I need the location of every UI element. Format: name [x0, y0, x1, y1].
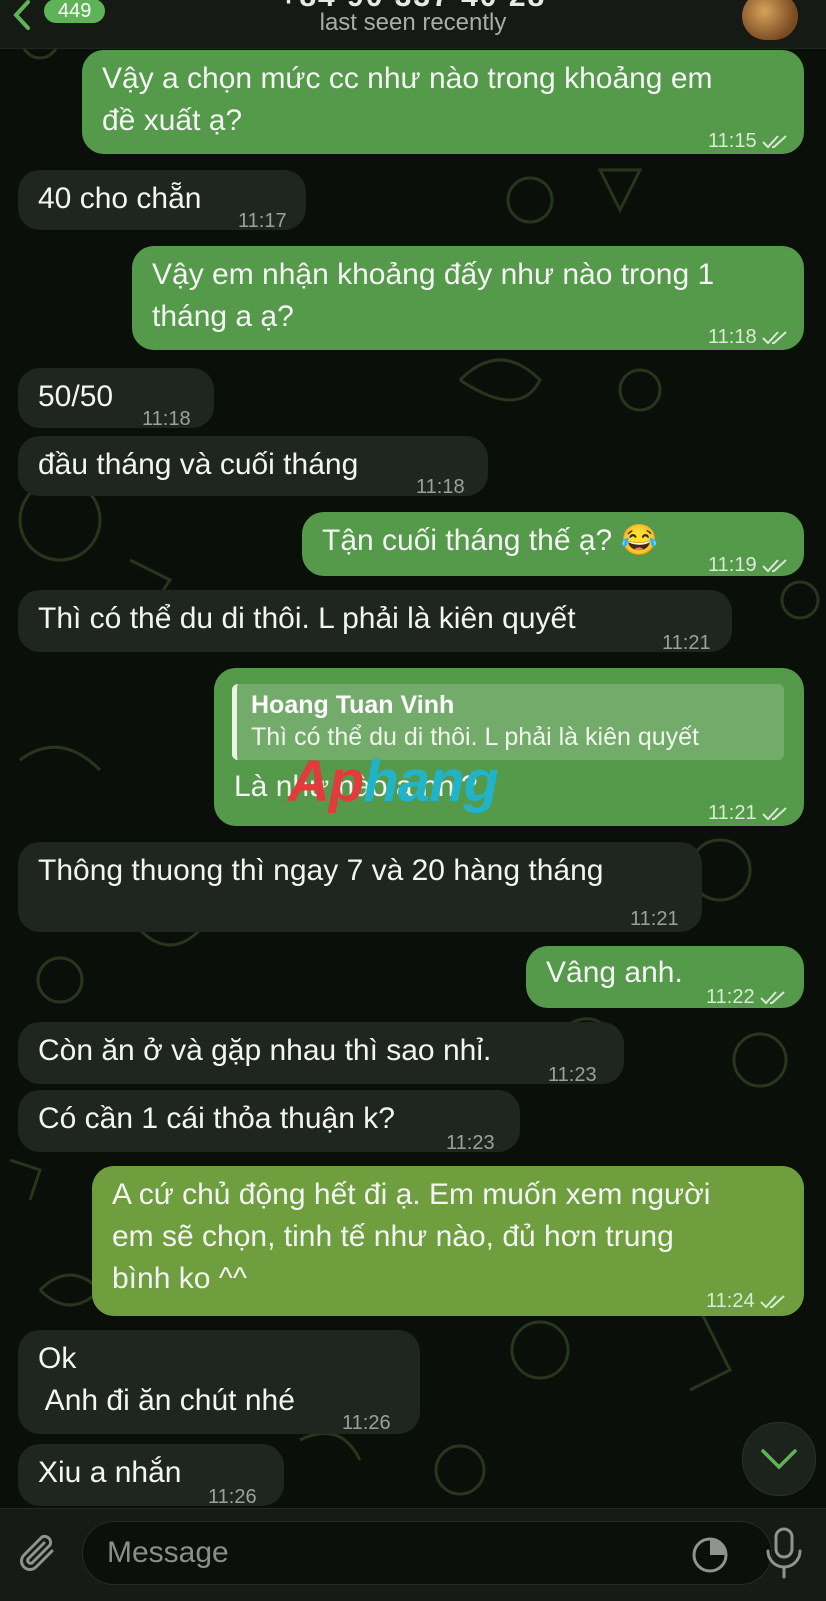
- message-bubble[interactable]: Xiu a nhắn 11:26: [18, 1444, 284, 1508]
- message-time: 11:18: [142, 408, 191, 430]
- message-time: 11:22: [706, 976, 787, 1018]
- avatar[interactable]: [742, 0, 798, 40]
- message-text: A cứ chủ động hết đi ạ. Em muốn xem ngườ…: [112, 1178, 711, 1211]
- chevron-down-icon: [761, 1449, 797, 1470]
- message-time: 11:18: [708, 316, 789, 358]
- double-check-icon: [761, 806, 787, 821]
- message-text: đầu tháng và cuối tháng: [38, 448, 359, 481]
- sticker-icon: [692, 1537, 728, 1573]
- message-time: 11:17: [238, 210, 287, 232]
- double-check-icon: [761, 558, 787, 573]
- message-bubble[interactable]: A cứ chủ động hết đi ạ. Em muốn xem ngườ…: [92, 1166, 804, 1316]
- message-time: 11:15: [708, 120, 789, 162]
- message-bubble[interactable]: Còn ăn ở và gặp nhau thì sao nhỉ. 11:23: [18, 1022, 624, 1086]
- message-time: 11:21: [708, 792, 789, 834]
- message-time: 11:23: [446, 1132, 495, 1154]
- double-check-icon: [759, 1294, 785, 1309]
- message-text: 40 cho chẵn: [38, 182, 202, 215]
- message-bubble[interactable]: Vâng anh. 11:22: [526, 946, 804, 1008]
- message-text: Vâng anh.: [546, 956, 683, 989]
- message-text: Vậy a chọn mức cc như nào trong khoảng e…: [102, 62, 713, 95]
- message-time: 11:26: [342, 1412, 391, 1434]
- message-bubble[interactable]: Có cần 1 cái thỏa thuận k? 11:23: [18, 1090, 520, 1154]
- message-bubble[interactable]: Vậy em nhận khoảng đấy như nào trong 1 t…: [132, 246, 804, 350]
- composer-bar: [0, 1508, 826, 1601]
- sticker-button[interactable]: [690, 1535, 730, 1580]
- message-text: Thì có thể du di thôi. L phải là kiên qu…: [38, 602, 576, 635]
- message-bubble[interactable]: Thì có thể du di thôi. L phải là kiên qu…: [18, 590, 732, 654]
- message-time: 11:24: [706, 1280, 787, 1322]
- message-text: tháng a ạ?: [152, 300, 294, 333]
- scroll-to-bottom-button[interactable]: [742, 1422, 816, 1496]
- message-time: 11:21: [630, 908, 679, 930]
- message-bubble[interactable]: 50/50 11:18: [18, 368, 214, 430]
- reply-author: Hoang Tuan Vinh: [251, 691, 455, 719]
- attach-button[interactable]: [18, 1531, 62, 1582]
- paperclip-icon: [20, 1534, 54, 1571]
- voice-record-button[interactable]: [762, 1525, 806, 1586]
- watermark-logo: Aphang: [288, 749, 499, 814]
- message-bubble[interactable]: Ok Anh đi ăn chút nhé 11:26: [18, 1330, 420, 1434]
- message-text: Thông thuong thì ngay 7 và 20 hàng tháng: [38, 854, 604, 887]
- status-subtitle: last seen recently: [319, 9, 507, 36]
- message-bubble[interactable]: đầu tháng và cuối tháng 11:18: [18, 436, 488, 498]
- message-text: 50/50: [38, 380, 114, 413]
- message-time: 11:19: [708, 544, 789, 586]
- message-time: 11:21: [662, 632, 711, 654]
- message-text: Tận cuối tháng thế ạ? 😂: [322, 524, 658, 557]
- double-check-icon: [761, 330, 787, 345]
- message-text: Ok: [38, 1342, 77, 1375]
- message-text: Anh đi ăn chút nhé: [38, 1384, 295, 1417]
- message-text: em sẽ chọn, tinh tế như nào, đủ hơn trun…: [112, 1220, 674, 1253]
- message-bubble[interactable]: Thông thuong thì ngay 7 và 20 hàng tháng…: [18, 842, 702, 932]
- message-time: 11:23: [548, 1064, 597, 1086]
- message-bubble[interactable]: 40 cho chẵn 11:17: [18, 170, 306, 232]
- message-text: Vậy em nhận khoảng đấy như nào trong 1: [152, 258, 715, 291]
- message-text: bình ko ^^: [112, 1262, 247, 1295]
- message-time: 11:18: [416, 476, 465, 498]
- message-text: đề xuất ạ?: [102, 104, 243, 137]
- chat-header: 449 +84 90 337 40 28 last seen recently: [0, 0, 826, 49]
- message-text: Còn ăn ở và gặp nhau thì sao nhỉ.: [38, 1034, 492, 1067]
- message-bubble[interactable]: Tận cuối tháng thế ạ? 😂 11:19: [302, 512, 804, 576]
- message-bubble[interactable]: Vậy a chọn mức cc như nào trong khoảng e…: [82, 50, 804, 154]
- message-text: Có cần 1 cái thỏa thuận k?: [38, 1102, 395, 1135]
- message-text: Xiu a nhắn: [38, 1456, 182, 1489]
- double-check-icon: [759, 990, 785, 1005]
- microphone-icon: [766, 1527, 802, 1579]
- message-input[interactable]: [82, 1521, 772, 1585]
- double-check-icon: [761, 134, 787, 149]
